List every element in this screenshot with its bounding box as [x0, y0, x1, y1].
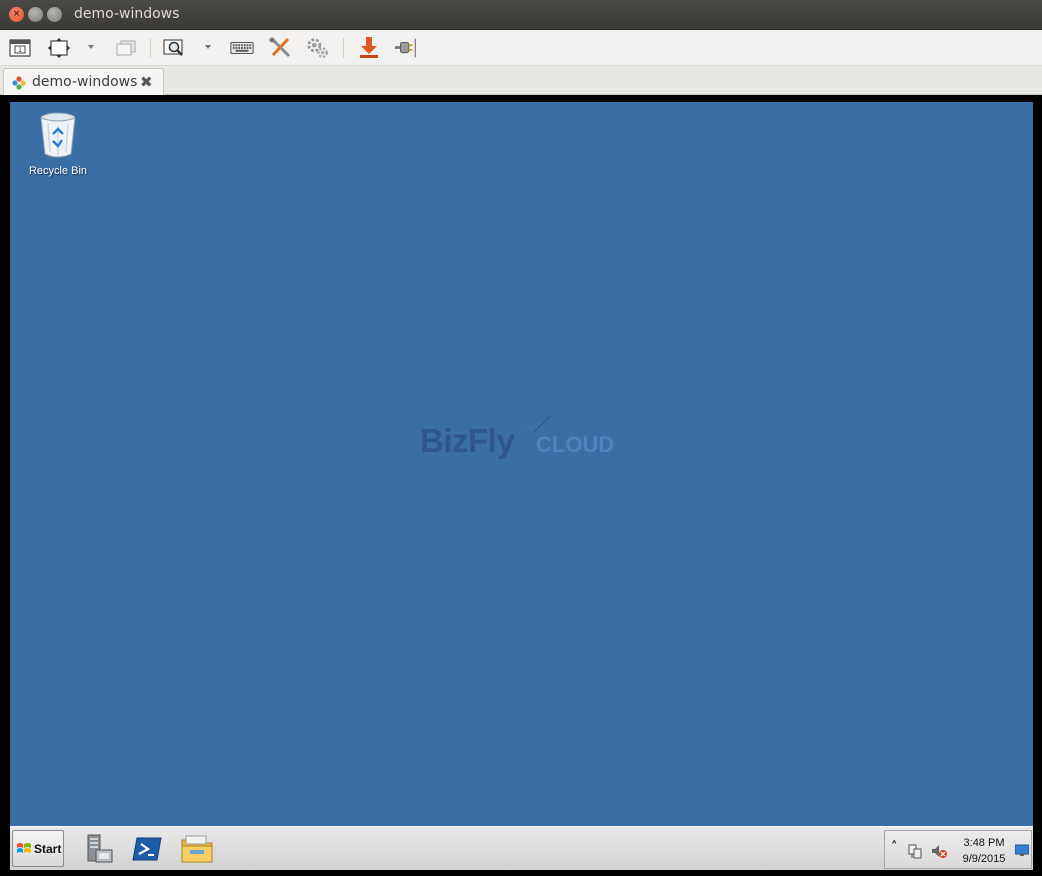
tab-strip: demo-windows ✖	[0, 66, 1042, 95]
show-hidden-icons-icon[interactable]: ˄	[891, 840, 898, 855]
windows-taskbar: Start ˄ 3:48 PM 9/9/2015	[10, 826, 1033, 870]
zoom-icon	[163, 39, 183, 56]
taskbar-clock[interactable]: 3:48 PM 9/9/2015	[959, 835, 1009, 867]
plug-icon	[394, 38, 416, 58]
tools-icon	[269, 37, 291, 58]
window-title: demo-windows	[74, 6, 180, 22]
window-close-button[interactable]: ×	[9, 7, 24, 22]
windowed-button[interactable]	[114, 37, 138, 59]
viewer-toolbar: 1	[0, 30, 1042, 66]
tab-close-icon[interactable]: ✖	[140, 73, 153, 91]
zoom-button[interactable]	[163, 37, 187, 59]
fullscreen-icon	[48, 38, 70, 58]
fullscreen-button[interactable]	[47, 37, 71, 59]
plug-button[interactable]	[394, 37, 418, 59]
server-manager-icon	[87, 834, 113, 863]
bizfly-cloud-watermark: BizFly CLOUD	[420, 414, 620, 464]
desktop-icon-label: Recycle Bin	[28, 165, 88, 177]
windows-logo-icon	[17, 842, 31, 853]
tab-demo-windows[interactable]: demo-windows ✖	[3, 68, 164, 95]
watermark-sub: CLOUD	[536, 432, 615, 457]
powershell-icon	[132, 837, 162, 861]
scale-dropdown-arrow[interactable]	[88, 45, 94, 49]
window-maximize-button[interactable]	[47, 7, 62, 22]
window-minimize-button[interactable]	[28, 7, 43, 22]
remote-desktop[interactable]: Recycle Bin BizFly CLOUD	[10, 102, 1033, 826]
start-label: Start	[34, 841, 62, 856]
vm-icon	[12, 76, 26, 90]
taskbar-file-explorer[interactable]	[180, 832, 214, 866]
keyboard-button[interactable]	[230, 37, 254, 59]
watermark-brand: BizFly	[420, 422, 515, 459]
svg-text:1: 1	[18, 47, 22, 54]
network-icon[interactable]	[907, 843, 923, 859]
file-explorer-icon	[181, 835, 213, 863]
download-icon	[360, 37, 378, 58]
taskbar-server-manager[interactable]	[82, 832, 116, 866]
windowed-icon	[116, 40, 136, 56]
screenshot-icon: 1	[9, 39, 31, 57]
clock-time: 3:48 PM	[963, 837, 1005, 849]
download-button[interactable]	[357, 37, 381, 59]
clock-date: 9/9/2015	[962, 853, 1006, 865]
screenshot-button[interactable]: 1	[8, 37, 32, 59]
window-titlebar: × demo-windows	[0, 0, 1042, 30]
desktop-icon-recycle-bin[interactable]: Recycle Bin	[22, 108, 94, 178]
start-button[interactable]: Start	[12, 830, 64, 867]
system-tray: ˄ 3:48 PM 9/9/2015	[884, 830, 1032, 869]
recycle-bin-icon	[40, 112, 76, 158]
tools-button[interactable]	[268, 37, 292, 59]
taskbar-powershell[interactable]	[131, 832, 165, 866]
keyboard-icon	[230, 42, 254, 54]
tab-label: demo-windows	[32, 74, 138, 90]
zoom-dropdown-arrow[interactable]	[205, 45, 211, 49]
volume-muted-icon[interactable]	[931, 843, 947, 859]
show-desktop-icon[interactable]	[1015, 843, 1029, 857]
settings-icon	[307, 38, 328, 58]
settings-button[interactable]	[306, 37, 330, 59]
